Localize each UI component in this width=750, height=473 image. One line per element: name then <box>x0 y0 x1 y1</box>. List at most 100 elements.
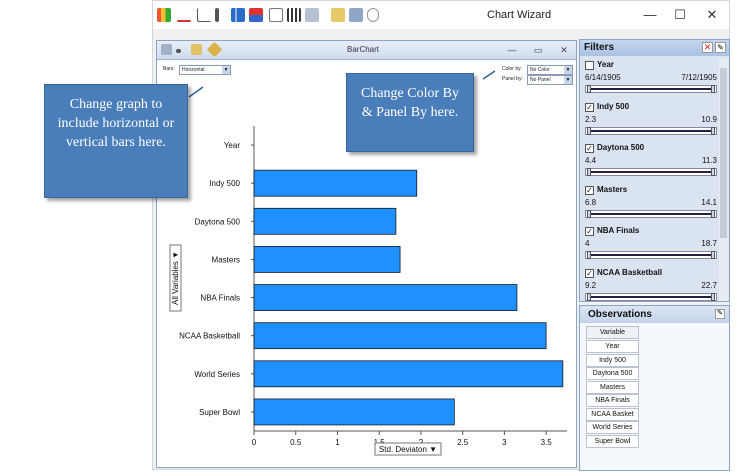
observations-title: Observations <box>588 309 652 320</box>
copy-icon[interactable] <box>331 8 345 22</box>
filters-header: Filters ✕ ✎ <box>580 40 729 56</box>
category-label: Indy 500 <box>209 179 240 188</box>
observation-row[interactable]: Daytona 500 <box>586 367 639 380</box>
slider-track <box>590 129 712 132</box>
filter-item: ✓ Indy 500 2.3 10.9 <box>585 102 717 144</box>
color-callout: Change Color By & Panel By here. <box>346 73 474 152</box>
filter-max-value: 22.7 <box>701 280 717 290</box>
filter-min-value: 2.3 <box>585 114 597 124</box>
more-dropdown-icon[interactable] <box>367 8 379 22</box>
filter-name: Indy 500 <box>597 101 630 111</box>
slider-min-handle[interactable] <box>587 251 591 259</box>
x-tick-label: 2.5 <box>457 438 469 447</box>
slider-max-handle[interactable] <box>711 168 715 176</box>
category-label: NBA Finals <box>200 294 240 303</box>
category-label: NCAA Basketball <box>179 332 240 341</box>
slider-max-handle[interactable] <box>711 126 715 135</box>
pin-icon[interactable]: ✎ <box>715 42 726 53</box>
filter-range-slider[interactable] <box>585 251 717 259</box>
observation-row[interactable]: Super Bowl <box>586 434 639 448</box>
slider-max-handle[interactable] <box>711 292 715 301</box>
chart-minimize-button[interactable]: — <box>505 43 519 57</box>
filter-range-slider[interactable] <box>585 168 717 176</box>
bar-chart-icon[interactable] <box>157 8 171 22</box>
heatmap-icon[interactable] <box>249 8 263 22</box>
filters-scrollbar[interactable] <box>719 58 728 301</box>
observation-row[interactable]: NBA Finals <box>586 394 639 407</box>
barchart-titlebar: BarChart — ▭ ✕ <box>157 41 576 60</box>
slider-min-handle[interactable] <box>587 126 591 135</box>
grid-icon[interactable] <box>287 8 301 22</box>
chart-maximize-button[interactable]: ▭ <box>531 43 545 57</box>
filter-max-value: 11.3 <box>702 156 717 165</box>
line-chart-icon[interactable] <box>177 8 191 22</box>
filter-checkbox[interactable]: ✓ <box>585 102 594 112</box>
title-bar: Chart Wizard — ☐ ✕ <box>153 1 729 29</box>
table-icon[interactable] <box>269 8 283 22</box>
observation-row[interactable]: Year <box>586 340 639 353</box>
slider-max-handle[interactable] <box>711 85 715 93</box>
filter-min-value: 4.4 <box>585 156 597 165</box>
chart-close-button[interactable]: ✕ <box>557 43 571 57</box>
bar <box>253 207 397 235</box>
filter-range-slider[interactable] <box>585 292 717 301</box>
edit-icon[interactable]: ✎ <box>715 309 725 319</box>
chart-window-title: BarChart <box>347 45 380 54</box>
close-icon[interactable]: ✕ <box>702 42 713 53</box>
histogram-icon[interactable] <box>231 8 245 22</box>
filter-checkbox[interactable]: ✓ <box>585 144 594 153</box>
category-label: Year <box>224 141 241 150</box>
filter-range-slider[interactable] <box>585 209 717 218</box>
filter-max-value: 18.7 <box>701 239 717 248</box>
bar <box>253 398 455 426</box>
bars-callout: Change graph to include horizontal or ve… <box>44 84 188 198</box>
slider-min-handle[interactable] <box>587 168 591 176</box>
filter-range-slider[interactable] <box>585 85 717 93</box>
filter-checkbox[interactable] <box>585 61 594 70</box>
filter-name: NCAA Basketball <box>597 267 663 277</box>
slider-max-handle[interactable] <box>711 251 715 259</box>
category-label: Super Bowl <box>199 408 240 417</box>
filter-item: ✓ NCAA Basketball 9.2 22.7 <box>585 268 717 310</box>
filter-min-value: 9.2 <box>585 280 597 290</box>
dropdown-arrow-icon[interactable] <box>176 49 181 53</box>
pencil-icon[interactable] <box>206 41 223 58</box>
slider-min-handle[interactable] <box>587 292 591 301</box>
x-tick-label: 1 <box>335 438 340 447</box>
filters-title: Filters <box>584 42 615 53</box>
slider-track <box>590 88 712 90</box>
filter-min-value: 6.8 <box>585 197 597 207</box>
y-axis-label[interactable]: All Variables ▼ <box>171 251 180 305</box>
print-icon[interactable] <box>161 44 172 55</box>
filter-checkbox[interactable]: ✓ <box>585 268 594 278</box>
filters-panel: Filters ✕ ✎ Year 6/14/1905 7/12/1905 ✓ Indy … <box>579 39 730 302</box>
box-plot-icon[interactable] <box>215 8 219 22</box>
filter-item: ✓ Masters 6.8 14.1 <box>585 185 717 227</box>
filter-checkbox[interactable]: ✓ <box>585 227 594 236</box>
observation-row[interactable]: Masters <box>586 380 639 394</box>
maximize-button[interactable]: ☐ <box>667 5 693 25</box>
observations-column-header[interactable]: Variable <box>586 326 639 339</box>
close-button[interactable]: ✕ <box>699 5 725 25</box>
scatter-plot-icon[interactable] <box>197 8 211 22</box>
copy-icon[interactable] <box>191 44 202 55</box>
filter-range-slider[interactable] <box>585 126 717 135</box>
x-axis-label[interactable]: Std. Deviaton ▼ <box>379 445 437 454</box>
slider-max-handle[interactable] <box>711 209 715 218</box>
scrollbar-thumb[interactable] <box>720 68 727 238</box>
filter-checkbox[interactable]: ✓ <box>585 185 594 195</box>
slider-track <box>590 254 712 256</box>
filter-max-value: 14.1 <box>701 197 717 207</box>
print-icon[interactable] <box>305 8 319 22</box>
bar <box>253 169 418 197</box>
filter-min-value: 6/14/1905 <box>585 73 621 82</box>
minimize-button[interactable]: — <box>637 5 663 25</box>
x-tick-label: 3.5 <box>541 438 553 447</box>
observation-row[interactable]: World Series <box>586 421 639 434</box>
observation-row[interactable]: Indy 500 <box>586 353 639 367</box>
slider-min-handle[interactable] <box>587 209 591 218</box>
slider-min-handle[interactable] <box>587 85 591 93</box>
observation-row[interactable]: NCAA Basket <box>586 407 639 421</box>
export-icon[interactable] <box>349 8 363 22</box>
filter-max-value: 7/12/1905 <box>681 73 717 82</box>
